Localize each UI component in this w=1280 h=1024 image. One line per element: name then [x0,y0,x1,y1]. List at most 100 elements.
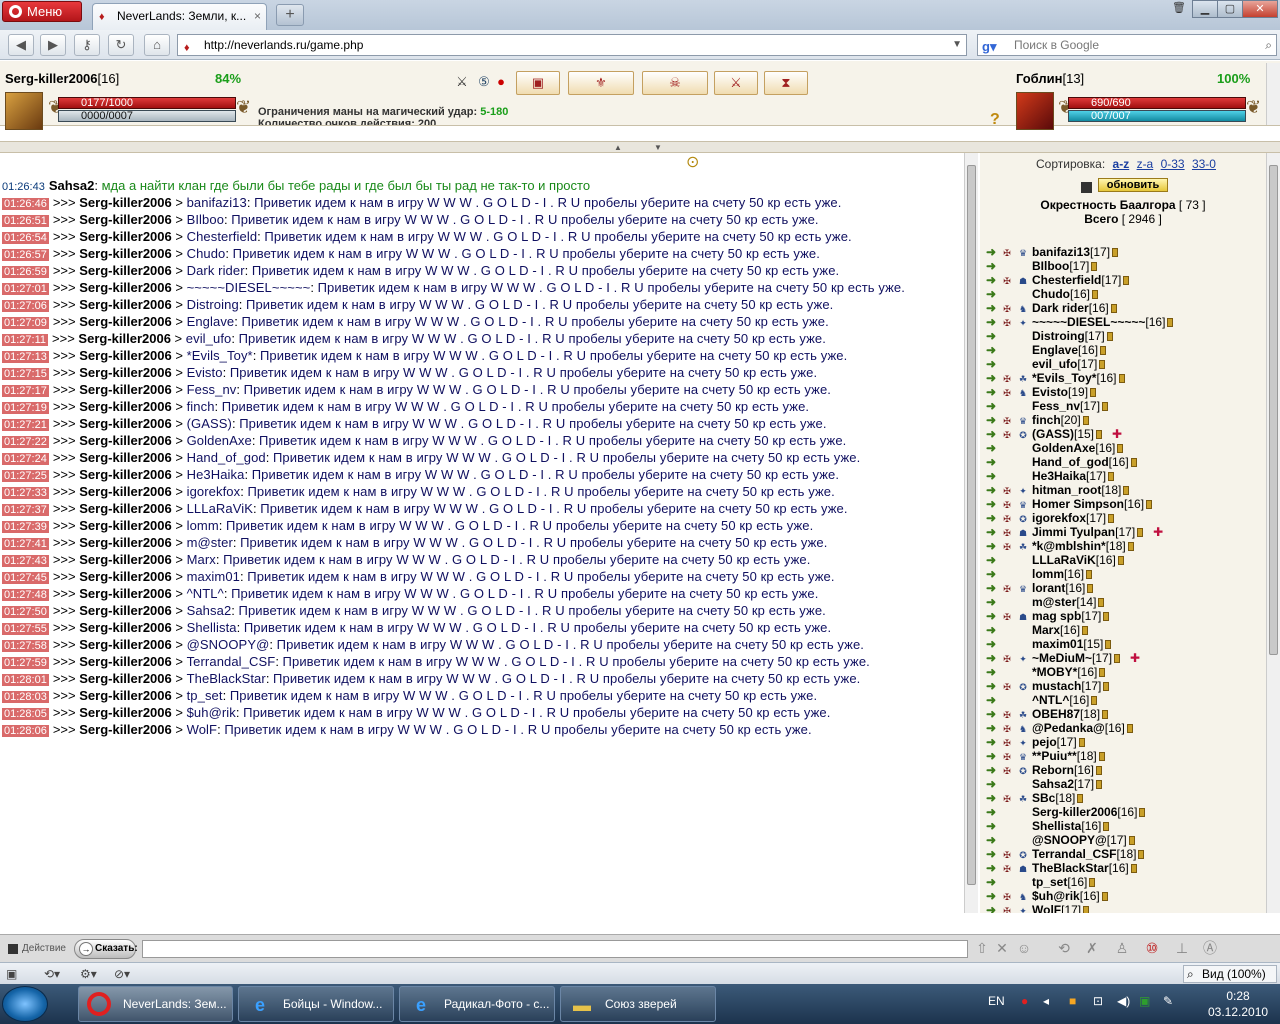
private-arrow-icon[interactable]: ➜ [986,609,1000,623]
player-list-item[interactable]: ➜ @SNOOPY@[17] [986,833,1264,847]
scroll-icon[interactable]: ⚜ [568,71,634,95]
player-name[interactable]: Englave [1032,343,1078,357]
chat-sender[interactable]: Sahsa2 [49,178,95,193]
player-name[interactable]: igorekfox [1032,511,1086,525]
clan-emblem-icon[interactable]: ✠ [1000,514,1014,524]
chat-timestamp[interactable]: 01:26:57 [2,249,49,261]
player-name[interactable]: finch [1032,413,1061,427]
player-name[interactable]: pejo [1032,735,1057,749]
player-name[interactable]: *k@mblshin* [1032,539,1106,553]
player-list-item[interactable]: ➜ Hand_of_god[16] [986,455,1264,469]
private-arrow-icon[interactable]: ➜ [986,413,1000,427]
player-name[interactable]: Homer Simpson [1032,497,1124,511]
info-icon[interactable] [1086,570,1093,580]
info-icon[interactable] [1128,836,1135,846]
player-name[interactable]: banifazi13 [1032,245,1090,259]
chat-timestamp[interactable]: 01:27:06 [2,300,49,312]
chat-recipient[interactable]: Englave [187,314,235,329]
chat-recipient[interactable]: WolF [187,722,218,737]
header-scrollbar[interactable] [1266,63,1280,125]
key-icon[interactable]: ⚷ [74,34,100,56]
clan-emblem-icon[interactable]: ✠ [1000,388,1014,398]
chat-recipient[interactable]: He3Haika [187,467,245,482]
coin-icon[interactable]: ⑤ [476,71,492,95]
clan-emblem-icon[interactable]: ✠ [1000,794,1014,804]
player-name[interactable]: lorant [1032,581,1065,595]
player-name[interactable]: Dark rider [1032,301,1089,315]
chat-sender[interactable]: Serg-killer2006 [79,467,172,482]
player-name[interactable]: tp_set [1032,875,1067,889]
player-list-item[interactable]: ➜ Chudo[16] [986,287,1264,301]
tab-neverlands[interactable]: ♦ NeverLands: Земли, к... × [92,3,267,30]
chat-sender[interactable]: Serg-killer2006 [79,569,172,584]
private-arrow-icon[interactable]: ➜ [986,511,1000,525]
private-arrow-icon[interactable]: ➜ [986,385,1000,399]
panel-toggle-icon[interactable]: ▣ [6,965,17,983]
player-name[interactable]: evil_ufo [1032,357,1077,371]
chat-timestamp[interactable]: 01:27:13 [2,351,49,363]
info-icon[interactable] [1089,878,1096,888]
chat-sender[interactable]: Serg-killer2006 [79,518,172,533]
player-list-item[interactable]: ➜ ✠ ☗ TheBlackStar[16] [986,861,1264,875]
private-arrow-icon[interactable]: ➜ [986,847,1000,861]
info-icon[interactable] [1096,430,1103,440]
chat-timestamp[interactable]: 01:27:37 [2,504,49,516]
chat-recipient[interactable]: tp_set [187,688,223,703]
info-icon[interactable] [1096,780,1103,790]
opera-menu-button[interactable]: Меню [2,1,82,22]
private-arrow-icon[interactable]: ➜ [986,763,1000,777]
private-arrow-icon[interactable]: ➜ [986,329,1000,343]
chat-sender[interactable]: Serg-killer2006 [79,535,172,550]
clan-emblem-icon[interactable]: ✠ [1000,738,1014,748]
clan-emblem-icon[interactable]: ✠ [1000,654,1014,664]
clan-emblem-icon[interactable]: ✠ [1000,318,1014,328]
chat-timestamp[interactable]: 01:27:17 [2,385,49,397]
player-list-item[interactable]: ➜ evil_ufo[17] [986,357,1264,371]
back-button[interactable]: ◀ [8,34,34,56]
chat-timestamp[interactable]: 01:27:39 [2,521,49,533]
info-icon[interactable] [1090,388,1097,398]
info-icon[interactable] [1103,822,1110,832]
player-name[interactable]: Chudo [1032,287,1070,301]
chat-timestamp[interactable]: 01:27:55 [2,623,49,635]
chest-icon[interactable]: ▣ [516,71,560,95]
player-list-item[interactable]: ➜ Marx[16] [986,623,1264,637]
info-icon[interactable] [1137,528,1144,538]
player-list-item[interactable]: ➜ ✠ ♛ lorant[16] [986,581,1264,595]
chat-recipient[interactable]: (GASS) [187,416,232,431]
reload-button[interactable]: ↻ [108,34,134,56]
tab-close-icon[interactable]: × [254,4,261,29]
chat-timestamp[interactable]: 01:26:46 [2,198,49,210]
no-chat-icon[interactable]: ✗ [1080,937,1104,961]
clan-emblem-icon[interactable]: ✠ [1000,416,1014,426]
private-arrow-icon[interactable]: ➜ [986,539,1000,553]
chat-timestamp[interactable]: 01:27:43 [2,555,49,567]
info-icon[interactable] [1126,724,1133,734]
info-icon[interactable] [1091,696,1098,706]
clan-emblem-icon[interactable]: ✠ [1000,430,1014,440]
player-list-item[interactable]: ➜ ✠ ✪ Terrandal_CSF[18] [986,847,1264,861]
player-list-item[interactable]: ➜ He3Haika[17] [986,469,1264,483]
private-arrow-icon[interactable]: ➜ [986,343,1000,357]
player-name[interactable]: GoldenAxe [1032,441,1095,455]
chat-sender[interactable]: Serg-killer2006 [79,280,172,295]
info-icon[interactable] [1099,668,1106,678]
info-icon[interactable] [1102,402,1109,412]
chat-sender[interactable]: Serg-killer2006 [79,654,172,669]
chat-sender[interactable]: Serg-killer2006 [79,365,172,380]
volume-icon[interactable]: ◀) [1117,994,1130,1008]
player-name[interactable]: TheBlackStar [1032,861,1109,875]
info-icon[interactable] [1082,416,1089,426]
chat-sender[interactable]: Serg-killer2006 [79,263,172,278]
player-list-item[interactable]: ➜ lomm[16] [986,567,1264,581]
turbo-icon[interactable]: ⊘▾ [114,965,130,983]
player-name[interactable]: Distroing [1032,329,1085,343]
chat-sender[interactable]: Serg-killer2006 [79,450,172,465]
player-list-item[interactable]: ➜ ✠ ☘ *Evils_Toy*[16] [986,371,1264,385]
player-list-item[interactable]: ➜ LLLaRaViK[16] [986,553,1264,567]
private-arrow-icon[interactable]: ➜ [986,693,1000,707]
chat-recipient[interactable]: Shellista [187,620,237,635]
private-arrow-icon[interactable]: ➜ [986,483,1000,497]
player-name[interactable]: @SNOOPY@ [1032,833,1107,847]
player-list-item[interactable]: ➜ Englave[16] [986,343,1264,357]
